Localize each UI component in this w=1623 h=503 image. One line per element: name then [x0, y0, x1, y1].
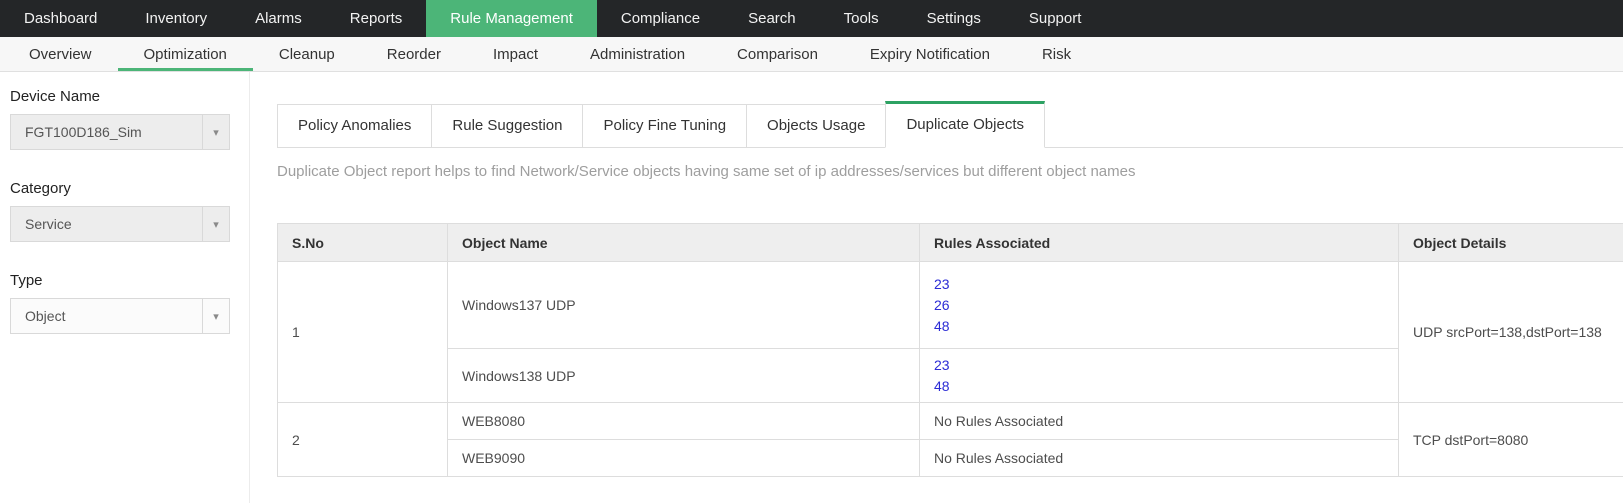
object-name-cell: Windows137 UDP — [447, 261, 920, 349]
subnav-optimization[interactable]: Optimization — [117, 37, 253, 71]
type-label: Type — [10, 272, 43, 289]
rules-associated-cell: No Rules Associated — [919, 439, 1399, 477]
rule-link[interactable]: 23 — [934, 274, 1384, 295]
category-select[interactable]: Service ▾ — [10, 206, 230, 242]
table-header-row: S.No Object Name Rules Associated Object… — [277, 223, 1623, 262]
rule-link[interactable]: 23 — [934, 355, 1384, 376]
nav-inventory[interactable]: Inventory — [121, 0, 231, 37]
object-name-cell: Windows138 UDP — [447, 348, 920, 403]
device-name-select[interactable]: FGT100D186_Sim ▾ — [10, 114, 230, 150]
col-header-sno: S.No — [277, 223, 448, 262]
top-nav: Dashboard Inventory Alarms Reports Rule … — [0, 0, 1623, 37]
object-name-cell: WEB9090 — [447, 439, 920, 477]
subnav-risk[interactable]: Risk — [1016, 37, 1097, 71]
chevron-down-icon[interactable]: ▾ — [202, 207, 229, 241]
rules-associated-cell: 23 26 48 — [919, 261, 1399, 349]
category-label: Category — [10, 180, 71, 197]
nav-support[interactable]: Support — [1005, 0, 1106, 37]
chevron-down-icon[interactable]: ▾ — [202, 115, 229, 149]
col-header-object-name: Object Name — [447, 223, 920, 262]
tab-policy-fine-tuning[interactable]: Policy Fine Tuning — [582, 104, 748, 148]
col-header-rules-associated: Rules Associated — [919, 223, 1399, 262]
optimization-content: Policy Anomalies Rule Suggestion Policy … — [250, 72, 1623, 503]
tab-duplicate-objects[interactable]: Duplicate Objects — [885, 101, 1045, 148]
nav-dashboard[interactable]: Dashboard — [0, 0, 121, 37]
duplicate-objects-description: Duplicate Object report helps to find Ne… — [277, 163, 1136, 180]
nav-settings[interactable]: Settings — [903, 0, 1005, 37]
rule-management-sub-nav: Overview Optimization Cleanup Reorder Im… — [0, 37, 1623, 72]
nav-rule-management[interactable]: Rule Management — [426, 0, 597, 37]
rules-associated-cell: 23 48 — [919, 348, 1399, 403]
object-details-cell: UDP srcPort=138,dstPort=138 — [1398, 261, 1623, 403]
device-name-label: Device Name — [10, 88, 101, 105]
object-name-cell: WEB8080 — [447, 402, 920, 440]
col-header-object-details: Object Details — [1398, 223, 1623, 262]
nav-alarms[interactable]: Alarms — [231, 0, 326, 37]
tab-policy-anomalies[interactable]: Policy Anomalies — [277, 104, 433, 148]
object-details-cell: TCP dstPort=8080 — [1398, 402, 1623, 477]
subnav-impact[interactable]: Impact — [467, 37, 564, 71]
tab-objects-usage[interactable]: Objects Usage — [746, 104, 887, 148]
filter-sidebar: Device Name FGT100D186_Sim ▾ Category Se… — [0, 72, 250, 503]
chevron-down-icon[interactable]: ▾ — [202, 299, 229, 333]
subnav-administration[interactable]: Administration — [564, 37, 711, 71]
category-value: Service — [25, 216, 72, 232]
subnav-overview[interactable]: Overview — [3, 37, 118, 71]
type-select[interactable]: Object ▾ — [10, 298, 230, 334]
nav-tools[interactable]: Tools — [820, 0, 903, 37]
rule-link[interactable]: 48 — [934, 376, 1384, 397]
duplicate-objects-table: S.No Object Name Rules Associated Object… — [277, 223, 1623, 477]
table-row: 1 Windows137 UDP 23 26 48 UDP srcPort=13… — [277, 261, 1623, 403]
tab-rule-suggestion[interactable]: Rule Suggestion — [431, 104, 584, 148]
nav-search[interactable]: Search — [724, 0, 820, 37]
rules-associated-cell: No Rules Associated — [919, 402, 1399, 440]
rule-link[interactable]: 48 — [934, 316, 1384, 337]
nav-compliance[interactable]: Compliance — [597, 0, 724, 37]
nav-reports[interactable]: Reports — [326, 0, 427, 37]
type-value: Object — [25, 308, 66, 324]
optimization-tabstrip: Policy Anomalies Rule Suggestion Policy … — [277, 100, 1623, 148]
sno-cell: 2 — [277, 402, 448, 477]
table-row: 2 WEB8080 No Rules Associated TCP dstPor… — [277, 402, 1623, 477]
subnav-reorder[interactable]: Reorder — [361, 37, 467, 71]
subnav-comparison[interactable]: Comparison — [711, 37, 844, 71]
subnav-cleanup[interactable]: Cleanup — [253, 37, 361, 71]
device-name-value: FGT100D186_Sim — [25, 124, 142, 140]
sno-cell: 1 — [277, 261, 448, 403]
subnav-expiry-notification[interactable]: Expiry Notification — [844, 37, 1016, 71]
rule-link[interactable]: 26 — [934, 295, 1384, 316]
